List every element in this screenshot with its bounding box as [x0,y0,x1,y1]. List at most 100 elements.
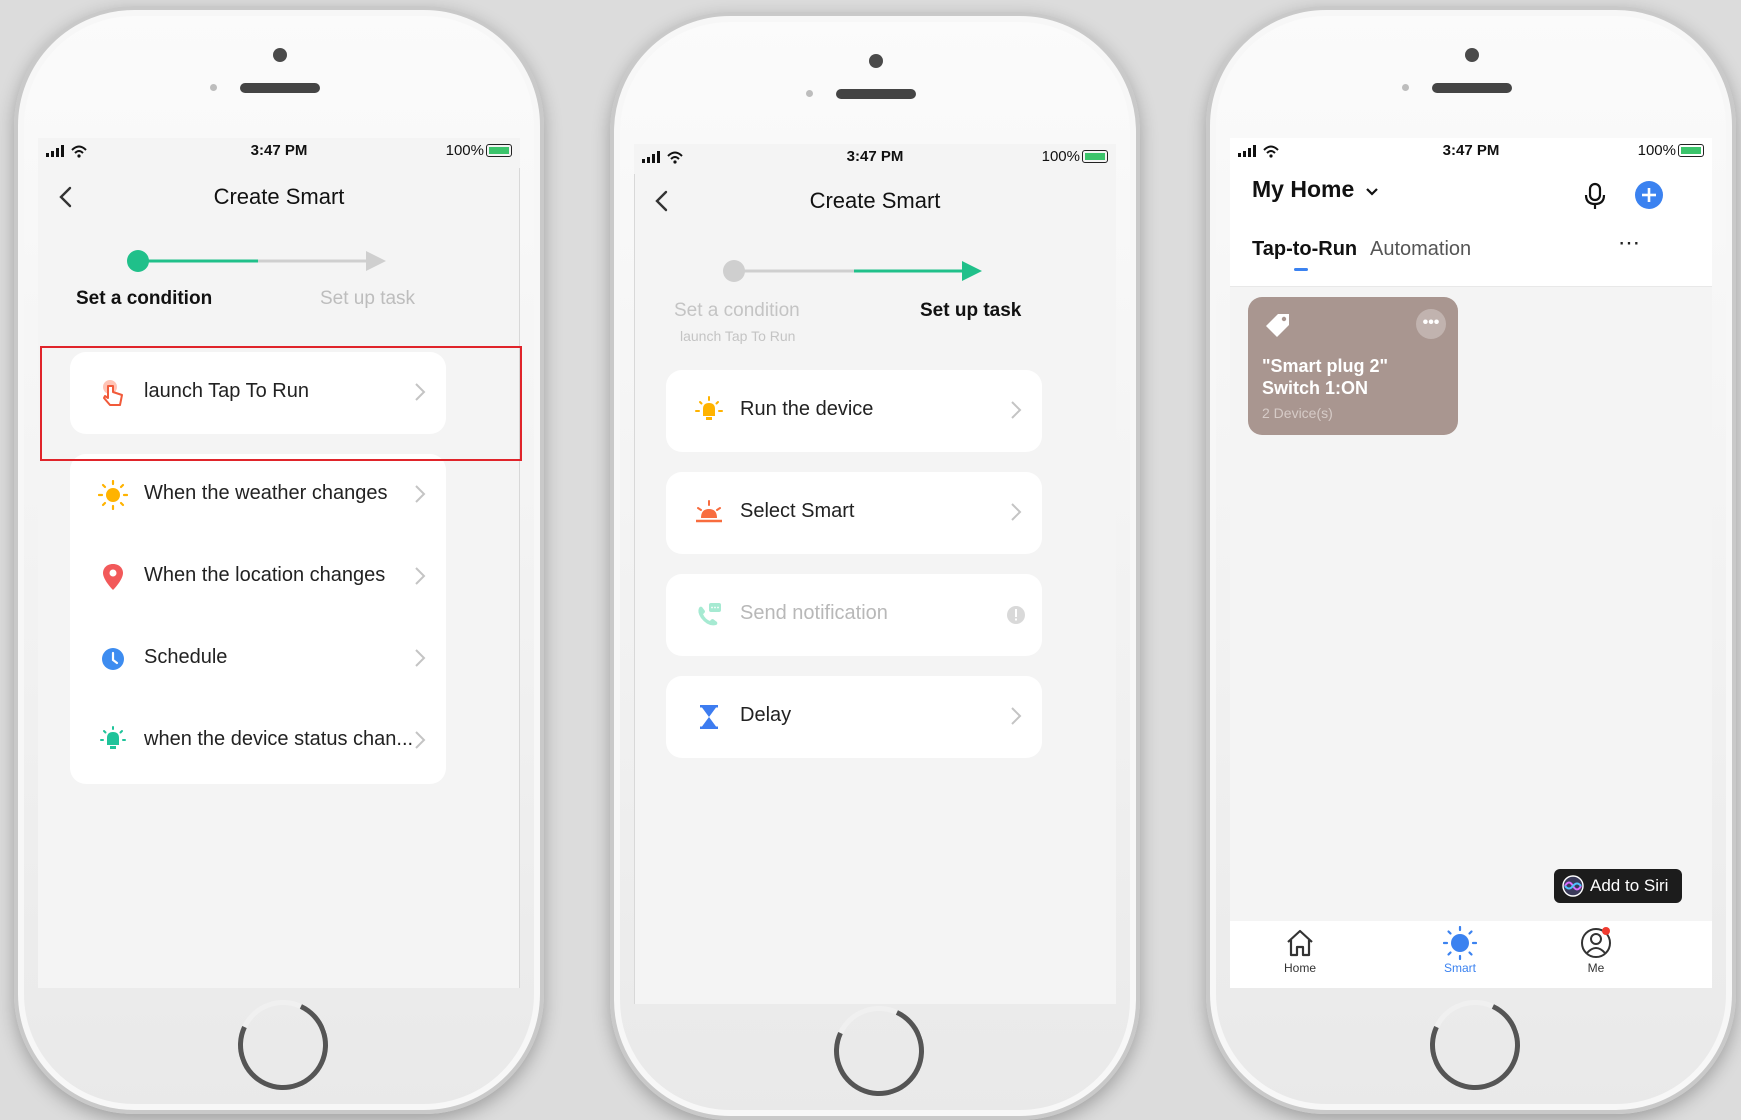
list-item-label: when the device status chan... [144,728,414,750]
battery-icon [1678,144,1704,157]
list-item-label: Run the device [740,398,874,420]
add-to-siri-button[interactable]: Add to Siri [1554,869,1682,903]
chevron-right-icon [1011,707,1022,725]
tab-automation[interactable]: Automation [1370,238,1471,261]
list-item: Send notification [666,574,1042,656]
task-card-send-notification: Send notification [666,574,1042,656]
earpiece-speaker [240,83,320,93]
proximity-sensor [806,90,813,97]
nav-bar: Create Smart [634,180,1116,220]
proximity-sensor [1402,84,1409,91]
battery-icon [1082,150,1108,163]
content-area: ••• "Smart plug 2" Switch 1:ON 2 Device(… [1230,286,1712,921]
phone-1: 3:47 PM 100% Create Smart Set a conditio… [14,6,544,1114]
tab-tap-to-run[interactable]: Tap-to-Run [1252,238,1357,261]
add-icon[interactable] [1634,180,1664,210]
home-selector[interactable]: My Home [1252,176,1379,203]
chevron-right-icon [415,649,426,667]
scene-more-button[interactable]: ••• [1416,309,1446,339]
home-icon [1287,929,1313,957]
clock-icon [102,648,124,670]
phone-message-icon [698,603,721,626]
siri-label: Add to Siri [1590,876,1669,895]
page-title: Create Smart [213,184,345,209]
nav-smart[interactable]: Smart [1430,922,1490,988]
phone-2: 3:47 PM 100% Create Smart Set a conditio… [610,12,1140,1120]
step-set-condition: Set a condition [76,288,213,309]
screen-2: 3:47 PM 100% Create Smart Set a conditio… [634,144,1116,1004]
front-camera [273,48,287,62]
progress-stepper [723,260,982,282]
home-button[interactable] [821,993,937,1109]
nav-home-label: Home [1283,961,1316,975]
info-icon [1007,606,1025,624]
phone-3: 3:47 PM 100% My Home Tap-to-Run Automati… [1206,6,1736,1114]
nav-me-label: Me [1587,961,1605,975]
scene-title: "Smart plug 2" Switch 1:ON [1262,356,1389,398]
task-card-delay[interactable]: Delay [666,676,1042,758]
chevron-right-icon [415,731,426,749]
nav-bar: Create Smart [38,176,520,216]
siri-icon [1562,875,1584,897]
list-item-label: When the location changes [144,564,386,586]
list-item-weather[interactable]: When the weather changes [70,454,446,536]
tag-icon [1266,314,1289,337]
screen-divider [634,174,635,1004]
list-item-label: Delay [740,704,792,726]
earpiece-speaker [836,89,916,99]
nav-me[interactable]: Me [1566,922,1626,988]
highlight-box [40,346,522,461]
battery-percent: 100% [445,142,484,159]
list-item-device-status[interactable]: when the device status chan... [70,700,446,782]
proximity-sensor [210,84,217,91]
home-button[interactable] [225,987,341,1103]
step-set-up-task: Set up task [320,288,416,309]
scene-card[interactable]: ••• "Smart plug 2" Switch 1:ON 2 Device(… [1248,297,1458,435]
task-card-select-smart[interactable]: Select Smart [666,472,1042,554]
nav-home[interactable]: Home [1270,922,1330,988]
chevron-down-icon [1365,188,1378,196]
sunrise-icon [696,500,722,523]
status-bar: 3:47 PM 100% [1230,138,1712,164]
chevron-right-icon [415,567,426,585]
screen-3: 3:47 PM 100% My Home Tap-to-Run Automati… [1230,138,1712,988]
bottom-nav: Home Smart Me [1230,922,1712,988]
chevron-right-icon [1011,503,1022,521]
step-set-up-task: Set up task [920,300,1022,321]
step-set-condition: Set a condition [674,300,800,321]
list-item[interactable]: Delay [666,676,1042,758]
microphone-icon[interactable] [1582,182,1608,210]
list-item-location[interactable]: When the location changes [70,536,446,618]
location-pin-icon [103,564,123,590]
list-item[interactable]: Select Smart [666,472,1042,554]
battery-percent: 100% [1041,148,1080,165]
list-item-schedule[interactable]: Schedule [70,618,446,700]
list-item-label: Send notification [740,602,888,624]
bulb-icon [695,396,723,420]
profile-icon [1581,927,1611,958]
page-title: Create Smart [809,188,941,213]
chevron-right-icon [415,485,426,503]
tab-indicator [1294,268,1308,271]
screen-1: 3:47 PM 100% Create Smart Set a conditio… [38,138,520,988]
front-camera [1465,48,1479,62]
step-condition-subtitle: launch Tap To Run [680,328,796,344]
condition-list-card: When the weather changes When the locati… [70,454,446,784]
sun-icon [98,480,128,510]
progress-stepper [127,250,386,272]
list-item-label: Select Smart [740,500,855,522]
home-button[interactable] [1417,987,1533,1103]
device-bulb-icon [100,726,126,749]
battery-icon [486,144,512,157]
nav-smart-label: Smart [1443,961,1476,975]
hourglass-icon [700,705,718,729]
list-item-label: When the weather changes [144,482,388,504]
battery-percent: 100% [1637,142,1676,159]
list-item[interactable]: Run the device [666,370,1042,452]
scene-subtitle: 2 Device(s) [1262,405,1333,421]
more-options-icon[interactable]: ⋯ [1618,230,1641,256]
home-name: My Home [1252,176,1355,202]
chevron-right-icon [1011,401,1022,419]
task-card-run-device[interactable]: Run the device [666,370,1042,452]
status-bar: 3:47 PM 100% [634,144,1116,170]
